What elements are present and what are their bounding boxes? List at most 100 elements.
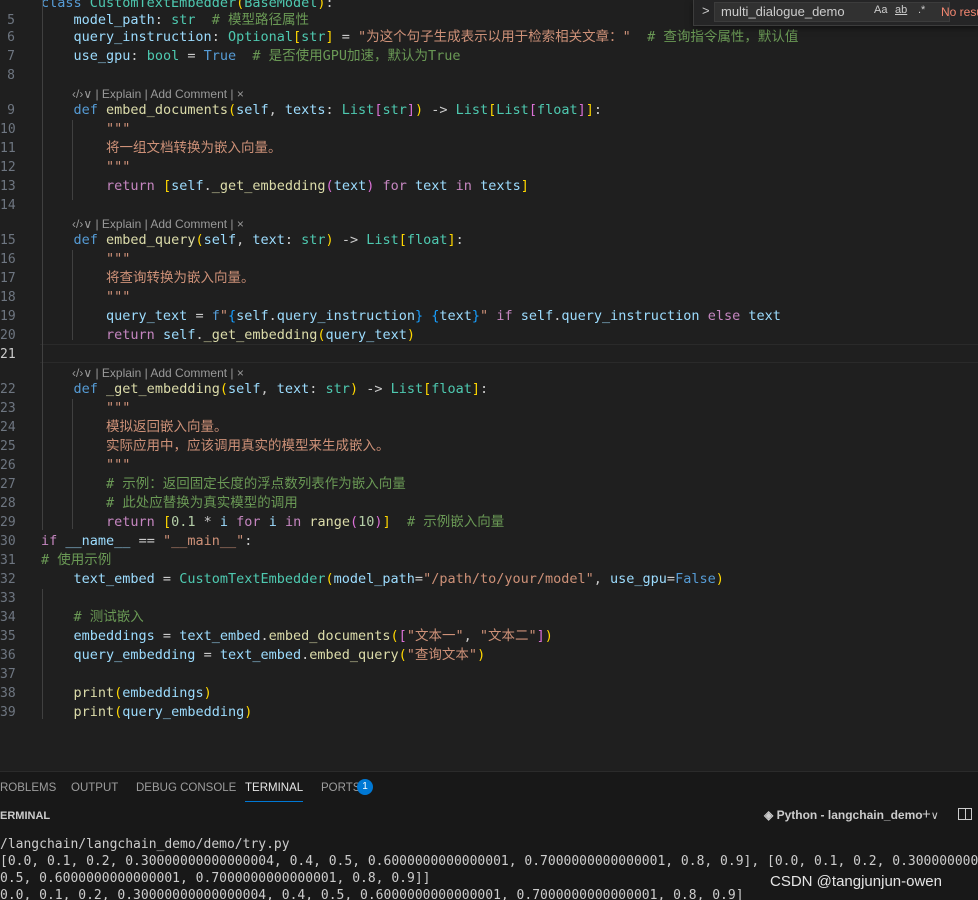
split-terminal-icon[interactable] [958, 808, 972, 820]
indent-guide [42, 0, 43, 530]
toggle-replace-chevron-icon[interactable]: > [702, 3, 710, 18]
code-text: 模拟返回嵌入向量。 [106, 419, 228, 435]
line-number: 17 [0, 271, 16, 286]
code-line[interactable]: 21 [0, 345, 978, 364]
line-number: 13 [0, 179, 16, 194]
terminal-shell-selector[interactable]: ◈ Python - langchain_demo [764, 808, 923, 822]
tab-terminal[interactable]: TERMINAL [245, 782, 304, 802]
use-regex-icon[interactable]: .* [918, 4, 925, 16]
line-number: 26 [0, 458, 16, 473]
code-line[interactable]: 30 if __name__ == "__main__": [0, 532, 978, 551]
indent-guide [72, 399, 73, 529]
code-text: text_embed = CustomTextEmbedder(model_pa… [73, 571, 724, 587]
code-text: """ [106, 159, 131, 175]
code-line[interactable]: 12 """ [0, 158, 978, 177]
code-editor[interactable]: class CustomTextEmbedder(BaseModel): 5 mo… [0, 0, 978, 770]
line-number: 25 [0, 439, 16, 454]
match-whole-word-icon[interactable]: ab [895, 4, 907, 16]
codelens-actions[interactable]: ‹/›∨ | Explain | Add Comment | × [72, 364, 244, 383]
line-number: 30 [0, 534, 16, 549]
code-text: print(query_embedding) [73, 704, 253, 720]
code-text: embeddings = text_embed.embed_documents(… [73, 628, 553, 644]
line-number: 14 [0, 198, 16, 213]
code-text: # 示例：返回固定长度的浮点数列表作为嵌入向量 [106, 476, 406, 492]
code-text: """ [106, 457, 131, 473]
tab-debug-console[interactable]: DEBUG CONSOLE [136, 782, 236, 794]
code-line[interactable]: 29 return [0.1 * i for i in range(10)] #… [0, 513, 978, 532]
indent-guide [42, 589, 43, 719]
code-line[interactable]: 6 query_instruction: Optional[str] = "为这… [0, 28, 978, 47]
code-text: return [0.1 * i for i in range(10)] # 示例… [106, 514, 505, 530]
indent-guide [72, 250, 73, 340]
line-number: 20 [0, 328, 16, 343]
watermark: CSDN @tangjunjun-owen [770, 873, 942, 890]
tab-problems[interactable]: ROBLEMS [0, 782, 56, 794]
panel-tab-bar: ROBLEMS OUTPUT DEBUG CONSOLE TERMINAL PO… [0, 771, 978, 805]
line-number: 29 [0, 515, 16, 530]
code-text: use_gpu: bool = True # 是否使用GPU加速，默认为True [73, 48, 461, 64]
code-line[interactable]: 17 将查询转换为嵌入向量。 [0, 269, 978, 288]
line-number: 23 [0, 401, 16, 416]
code-text: # 使用示例 [41, 552, 112, 568]
code-line[interactable]: 10 """ [0, 120, 978, 139]
code-line[interactable]: 11 将一组文档转换为嵌入向量。 [0, 139, 978, 158]
find-widget[interactable]: > multi_dialogue_demo Aa ab .* No result… [693, 0, 978, 26]
line-number: 12 [0, 160, 16, 175]
code-line[interactable]: 18 """ [0, 288, 978, 307]
line-number: 31 [0, 553, 16, 568]
code-line[interactable]: 26 """ [0, 456, 978, 475]
code-text: 将查询转换为嵌入向量。 [106, 270, 255, 286]
code-line[interactable]: 23 """ [0, 399, 978, 418]
code-text: """ [106, 289, 131, 305]
line-number: 15 [0, 233, 16, 248]
line-number: 6 [7, 30, 15, 45]
code-line[interactable]: 33 [0, 589, 978, 608]
code-line[interactable]: 27 # 示例：返回固定长度的浮点数列表作为嵌入向量 [0, 475, 978, 494]
line-number: 32 [0, 572, 16, 587]
line-number: 10 [0, 122, 16, 137]
ports-count-badge: 1 [357, 779, 373, 795]
code-line[interactable]: 39 print(query_embedding) [0, 703, 978, 722]
code-text: return [self._get_embedding(text) for te… [106, 178, 529, 194]
code-line[interactable]: 35 embeddings = text_embed.embed_documen… [0, 627, 978, 646]
code-text: 实际应用中，应该调用真实的模型来生成嵌入。 [106, 438, 390, 454]
code-line[interactable]: 8 [0, 66, 978, 85]
code-text: """ [106, 121, 131, 137]
code-line[interactable]: 38 print(embeddings) [0, 684, 978, 703]
code-line[interactable]: 14 [0, 196, 978, 215]
code-line[interactable]: 31 # 使用示例 [0, 551, 978, 570]
codelens-actions[interactable]: ‹/›∨ | Explain | Add Comment | × [72, 85, 244, 104]
code-line[interactable]: 20 return self._get_embedding(query_text… [0, 326, 978, 345]
terminal-title: ERMINAL [0, 810, 51, 822]
code-text: query_instruction: Optional[str] = "为这个句… [73, 29, 799, 45]
find-result-status: No results [941, 5, 978, 19]
code-line[interactable]: 24 模拟返回嵌入向量。 [0, 418, 978, 437]
code-text: 将一组文档转换为嵌入向量。 [106, 140, 282, 156]
match-case-icon[interactable]: Aa [874, 4, 887, 16]
python-icon: ◈ [764, 808, 777, 822]
code-line[interactable]: 32 text_embed = CustomTextEmbedder(model… [0, 570, 978, 589]
code-line[interactable]: 36 query_embedding = text_embed.embed_qu… [0, 646, 978, 665]
code-line[interactable]: 16 """ [0, 250, 978, 269]
code-text: query_embedding = text_embed.embed_query… [73, 647, 486, 663]
new-terminal-icon[interactable]: +∨ [922, 806, 939, 823]
codelens-actions[interactable]: ‹/›∨ | Explain | Add Comment | × [72, 215, 244, 234]
code-line[interactable]: 19 query_text = f"{self.query_instructio… [0, 307, 978, 326]
code-line[interactable]: 13 return [self._get_embedding(text) for… [0, 177, 978, 196]
tab-output[interactable]: OUTPUT [71, 782, 118, 794]
find-input[interactable]: multi_dialogue_demo [714, 2, 950, 22]
code-line[interactable]: 34 # 测试嵌入 [0, 608, 978, 627]
line-number: 22 [0, 382, 16, 397]
code-line[interactable]: 28 # 此处应替换为真实模型的调用 [0, 494, 978, 513]
code-line[interactable]: 25 实际应用中，应该调用真实的模型来生成嵌入。 [0, 437, 978, 456]
line-number: 39 [0, 705, 16, 720]
line-number: 24 [0, 420, 16, 435]
tab-ports[interactable]: PORTS [321, 782, 360, 794]
code-text: """ [106, 251, 131, 267]
line-number: 8 [7, 68, 15, 83]
code-line[interactable]: 37 [0, 665, 978, 684]
code-line[interactable]: 7 use_gpu: bool = True # 是否使用GPU加速，默认为Tr… [0, 47, 978, 66]
line-number: 11 [0, 141, 16, 156]
line-number: 36 [0, 648, 16, 663]
terminal-header: ERMINAL ◈ Python - langchain_demo +∨ [0, 804, 978, 828]
